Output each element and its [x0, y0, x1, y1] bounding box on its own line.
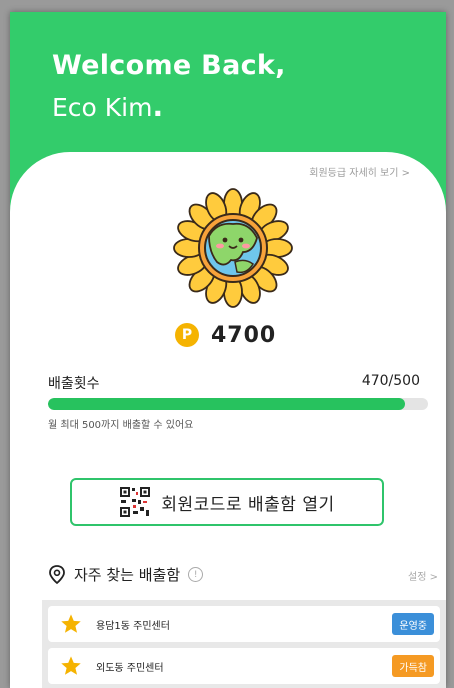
open-button-label: 회원코드로 배출함 열기: [161, 494, 335, 515]
user-name: Eco Kim: [52, 93, 153, 122]
favorites-title: 자주 찾는 배출함: [74, 566, 181, 584]
favorites-settings-link[interactable]: 설정 >: [408, 568, 438, 583]
emission-limit-note: 월 최대 500까지 배출할 수 있어요: [48, 420, 194, 431]
favorite-bins-list: 용담1동 주민센터 운영중 외도동 주민센터 가득참: [42, 600, 446, 688]
user-greeting: Eco Kim.: [52, 90, 163, 123]
status-badge: 가득참: [392, 655, 434, 677]
emission-count-label: 배출횟수: [48, 376, 100, 392]
emission-progress-bar: [48, 398, 428, 410]
app-screen: Welcome Back, Eco Kim. 회원등급 자세히 보기 > P 4…: [10, 12, 446, 688]
star-icon[interactable]: [60, 655, 82, 677]
location-pin-icon: [49, 564, 65, 584]
points-value: 4700: [211, 322, 277, 348]
emission-progress-fill: [48, 398, 406, 410]
favorites-header: 자주 찾는 배출함 !: [48, 564, 204, 585]
user-name-suffix: .: [152, 90, 164, 123]
earth-sunflower-avatar-icon: [173, 188, 293, 308]
star-icon[interactable]: [60, 613, 82, 635]
qr-code-icon: [119, 486, 152, 518]
status-badge: 운영중: [392, 613, 434, 635]
greeting-title: Welcome Back,: [52, 50, 286, 81]
list-item[interactable]: 용담1동 주민센터 운영중: [48, 606, 440, 642]
grade-details-link[interactable]: 회원등급 자세히 보기 >: [309, 164, 410, 179]
bin-name: 용담1동 주민센터: [96, 620, 170, 632]
info-icon[interactable]: !: [188, 567, 204, 582]
list-item[interactable]: 외도동 주민센터 가득참: [48, 648, 440, 684]
points-icon: P: [175, 323, 199, 347]
open-bin-with-member-code-button[interactable]: 회원코드로 배출함 열기: [70, 478, 384, 526]
points-display: P 4700: [175, 318, 276, 352]
bin-name: 외도동 주민센터: [96, 662, 164, 674]
emission-count-value: 470/500: [361, 373, 420, 389]
